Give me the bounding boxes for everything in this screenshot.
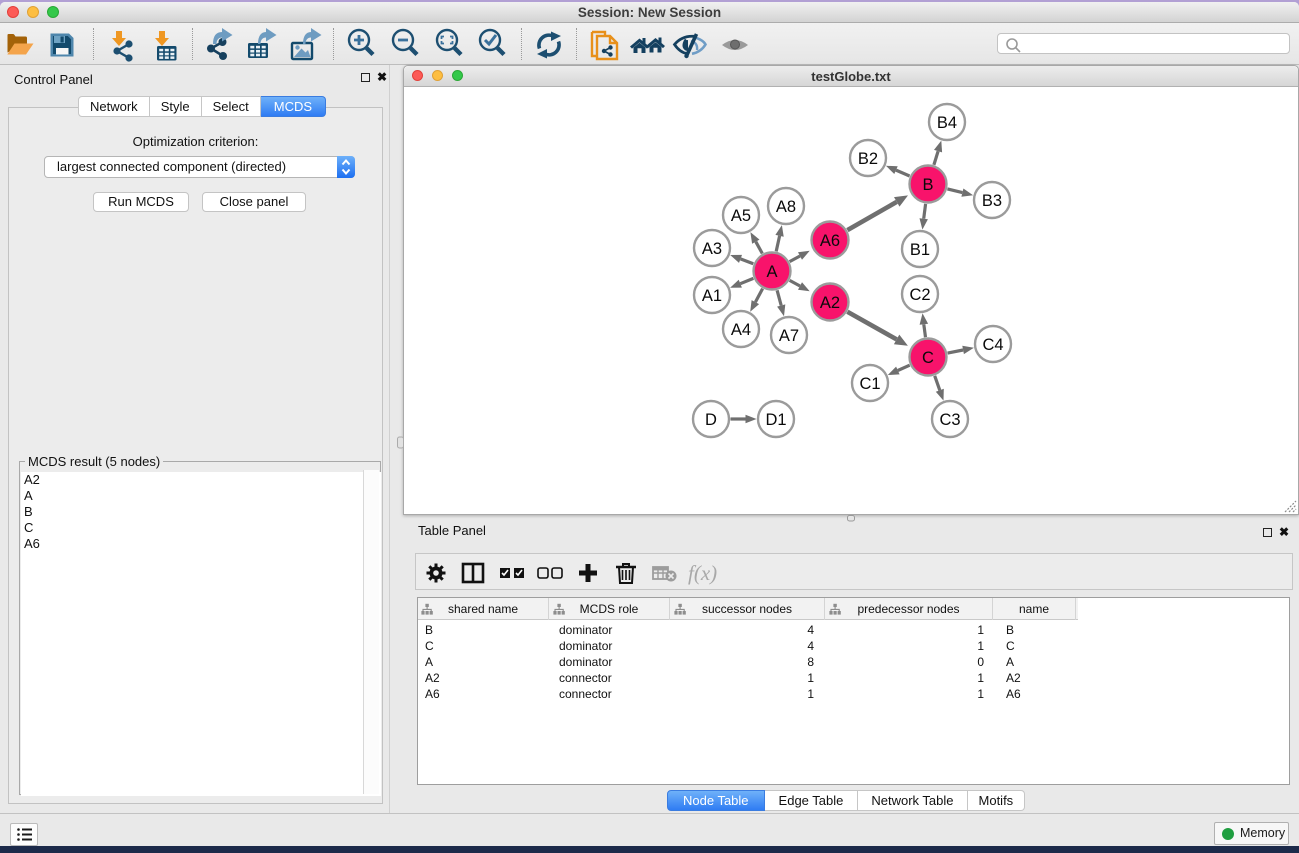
svg-text:A3: A3 xyxy=(702,240,722,258)
svg-text:A4: A4 xyxy=(731,321,751,339)
svg-text:B2: B2 xyxy=(858,150,878,168)
svg-text:D1: D1 xyxy=(765,411,786,429)
svg-text:C1: C1 xyxy=(859,375,880,393)
svg-text:B: B xyxy=(922,176,933,194)
svg-text:C3: C3 xyxy=(939,411,960,429)
svg-text:A: A xyxy=(766,263,777,281)
svg-text:B4: B4 xyxy=(937,114,957,132)
svg-text:A6: A6 xyxy=(820,232,840,250)
svg-text:A7: A7 xyxy=(779,327,799,345)
svg-text:B3: B3 xyxy=(982,192,1002,210)
svg-text:C2: C2 xyxy=(909,286,930,304)
svg-text:A2: A2 xyxy=(820,294,840,312)
svg-text:f(x): f(x) xyxy=(688,561,717,585)
svg-text:C4: C4 xyxy=(982,336,1003,354)
svg-text:B1: B1 xyxy=(910,241,930,259)
svg-text:A8: A8 xyxy=(776,198,796,216)
svg-text:A1: A1 xyxy=(702,287,722,305)
svg-text:A5: A5 xyxy=(731,207,751,225)
svg-text:D: D xyxy=(705,411,717,429)
svg-text:C: C xyxy=(922,349,934,367)
